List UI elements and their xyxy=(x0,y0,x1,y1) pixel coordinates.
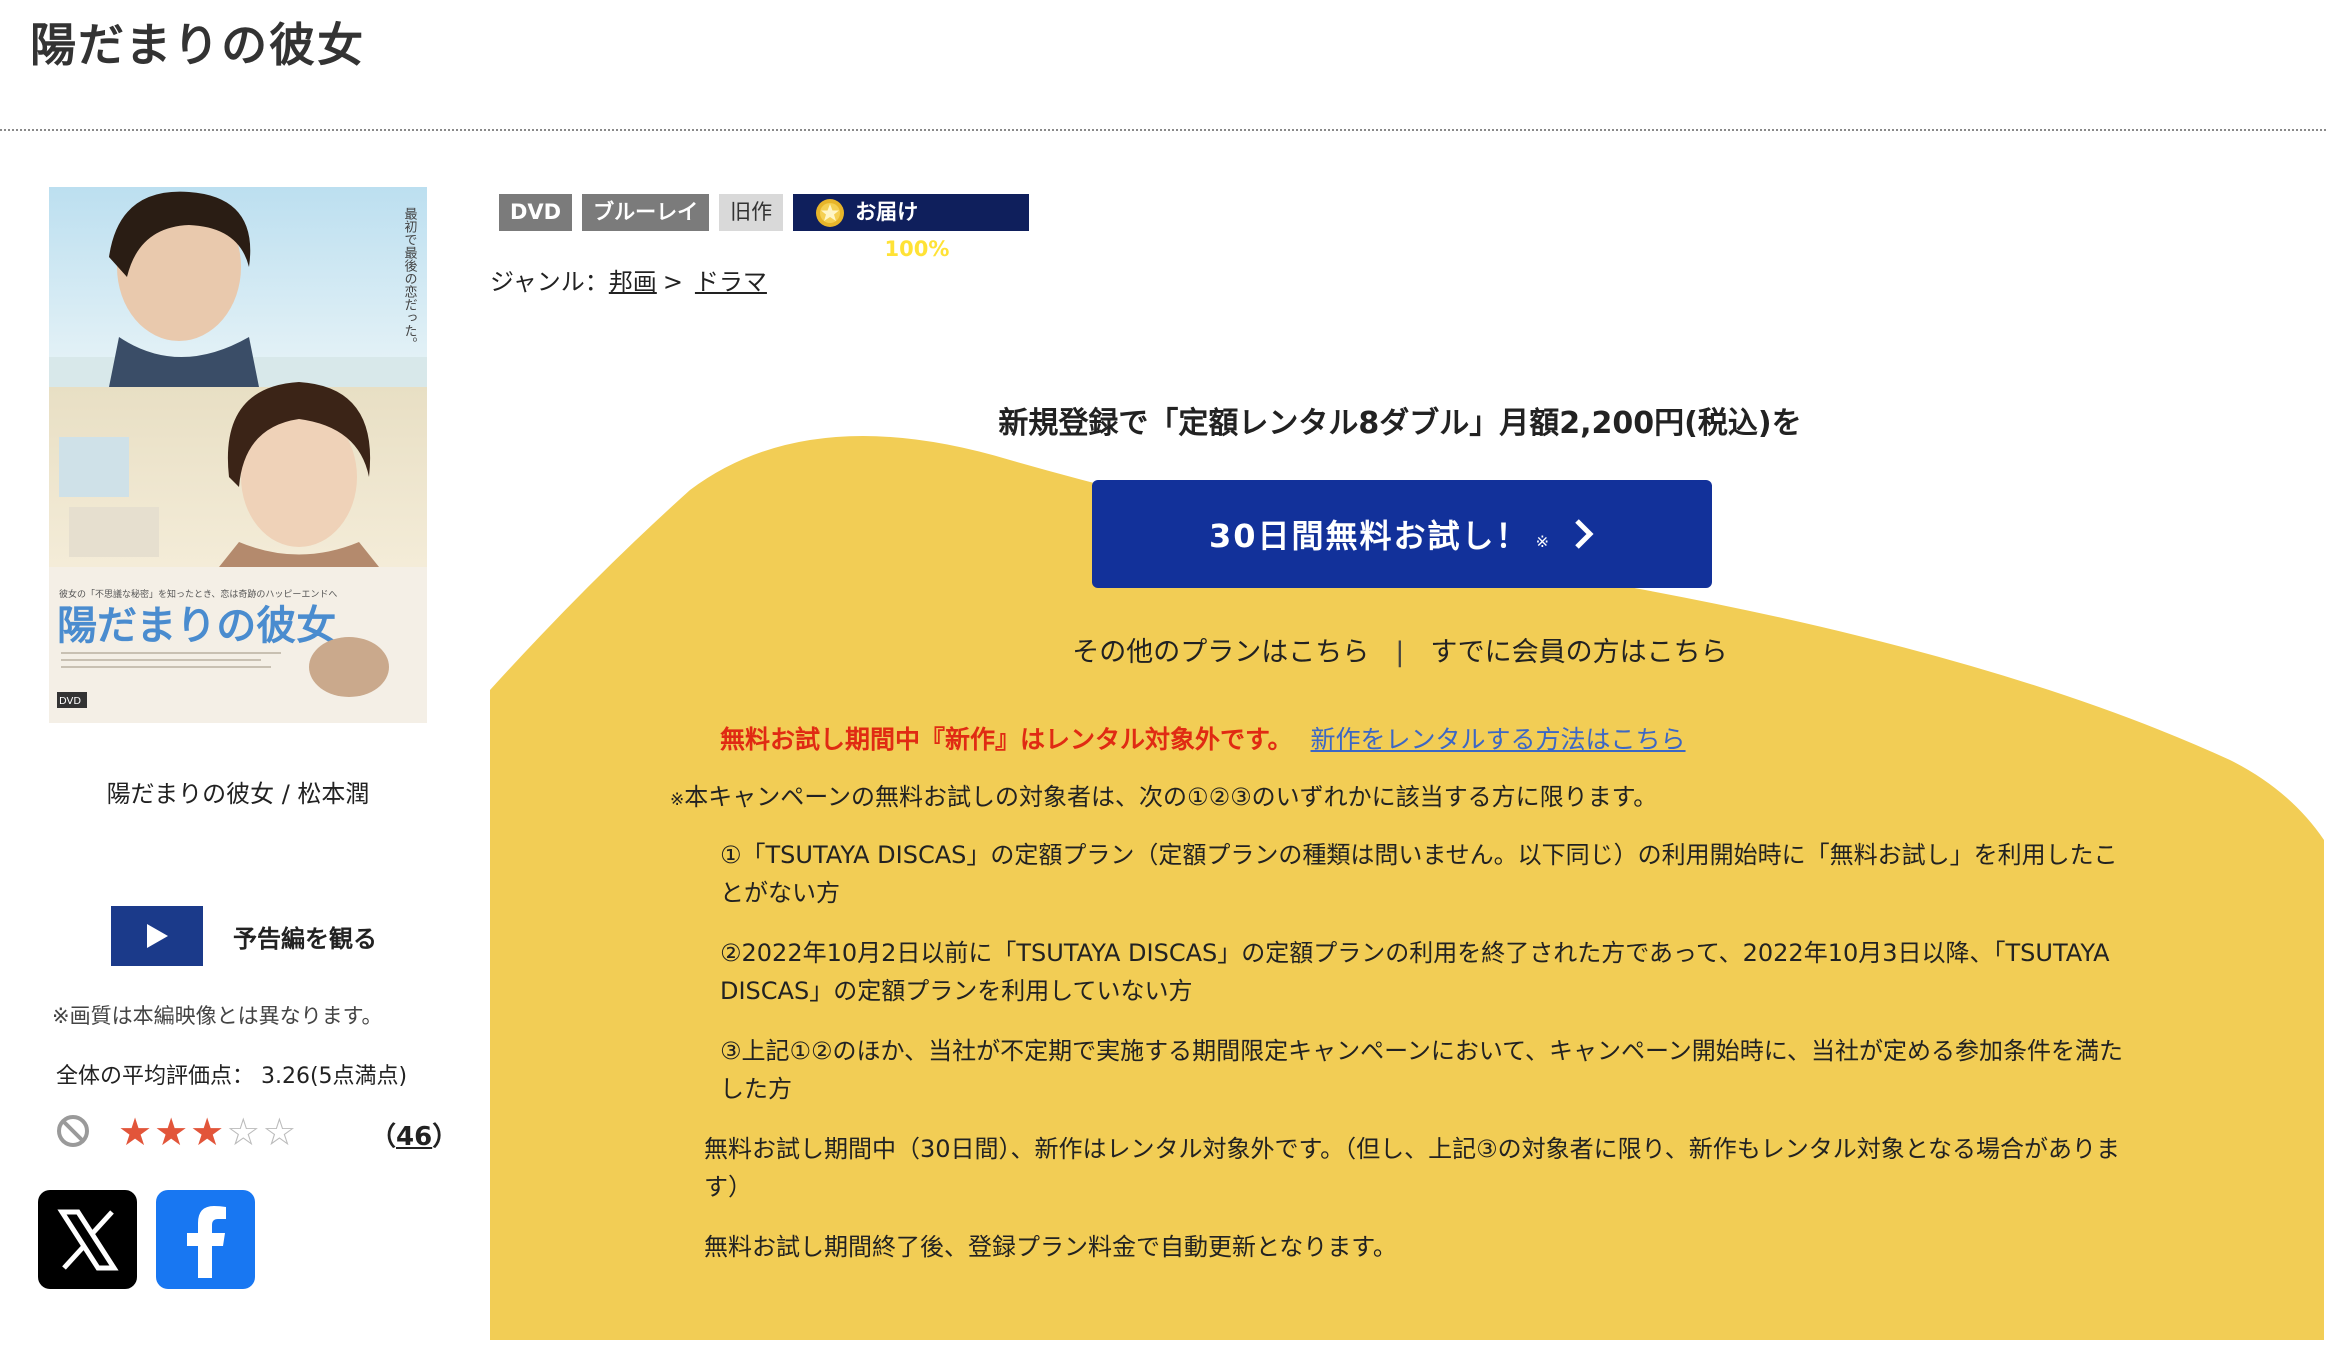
review-count: （46） xyxy=(370,1122,459,1152)
star-full-icon: ★ xyxy=(154,1110,189,1154)
svg-text:彼女の「不思議な秘密」を知ったとき、恋は奇跡のハッピーエンド: 彼女の「不思議な秘密」を知ったとき、恋は奇跡のハッピーエンドへ xyxy=(59,588,337,600)
gold-medal-icon xyxy=(815,198,845,240)
other-plans-link[interactable]: その他のプランはこちら xyxy=(1072,637,1369,668)
campaign-headline: 新規登録で「定額レンタル8ダブル」月額2,200円(税込)を xyxy=(998,406,1802,441)
terms-intro: ※本キャンペーンの無料お試しの対象者は、次の①②③のいずれかに該当する方に限りま… xyxy=(670,783,1658,811)
badge-bluray: ブルーレイ xyxy=(582,194,710,231)
terms-item-2: ②2022年10月2日以前に「TSUTAYA DISCAS」の定額プランの利用を… xyxy=(720,939,2110,1005)
page-title: 陽だまりの彼女 xyxy=(30,18,366,72)
star-empty-icon: ☆ xyxy=(262,1110,297,1154)
trial-note-2: 無料お試し期間終了後、登録プラン料金で自動更新となります。 xyxy=(704,1233,1397,1261)
badge-dvd: DVD xyxy=(499,194,573,231)
new-release-warning: 無料お試し期間中『新作』はレンタル対象外です。 新作をレンタルする方法はこちら xyxy=(720,725,1686,754)
chevron-right-icon xyxy=(1575,519,1594,549)
jacket-caption: 陽だまりの彼女 / 松本潤 xyxy=(106,780,370,808)
genre-link-drama[interactable]: ドラマ xyxy=(695,268,767,296)
x-logo-icon xyxy=(56,1209,119,1270)
plan-links: その他のプランはこちら | すでに会員の方はこちら xyxy=(1072,637,1728,668)
terms-item-3: ③上記①②のほか、当社が不定期で実施する期間限定キャンペーンにおいて、キャンペー… xyxy=(720,1037,2124,1103)
dvd-jacket-image[interactable]: 最初で最後の恋だった。 彼女の「不思議な秘密」を知ったとき、恋は奇跡のハッピーエ… xyxy=(49,187,427,723)
trailer-button[interactable]: 予告編を観る xyxy=(111,906,377,966)
average-rating: 全体の平均評価点： 3.26(5点満点) xyxy=(56,1064,408,1089)
genre-breadcrumb: ジャンル：邦画 > ドラマ xyxy=(490,268,767,296)
title-divider xyxy=(0,129,2326,131)
trial-note-1: 無料お試し期間中（30日間）、新作はレンタル対象外です。（但し、上記③の対象者に… xyxy=(704,1135,2120,1201)
x-share-button[interactable] xyxy=(38,1190,137,1289)
star-full-icon: ★ xyxy=(118,1110,153,1154)
play-icon[interactable] xyxy=(111,906,203,966)
jacket-tagline: 最初で最後の恋だった。 xyxy=(402,207,418,350)
terms-item-1: ①「TSUTAYA DISCAS」の定額プラン（定額プランの種類は問いません。以… xyxy=(720,841,2118,907)
free-trial-button[interactable]: 30日間無料お試し！ ※ xyxy=(1092,480,1712,588)
jacket-poster-title: 陽だまりの彼女 xyxy=(57,602,336,649)
review-count-link[interactable]: 46 xyxy=(396,1122,432,1152)
trailer-label[interactable]: 予告編を観る xyxy=(233,919,377,954)
genre-link-japanese-film[interactable]: 邦画 xyxy=(609,268,657,296)
badge-old-release: 旧作 xyxy=(719,194,784,231)
star-empty-icon: ☆ xyxy=(226,1110,261,1154)
facebook-share-button[interactable] xyxy=(156,1190,255,1289)
rating-row: ★ ★ ★ ☆ ☆ （46） xyxy=(56,1110,458,1160)
star-full-icon: ★ xyxy=(190,1110,225,1154)
facebook-logo-icon xyxy=(186,1205,226,1278)
new-release-rental-link[interactable]: 新作をレンタルする方法はこちら xyxy=(1311,725,1686,754)
member-login-link[interactable]: すでに会員の方はこちら xyxy=(1430,637,1727,668)
svg-text:DVD: DVD xyxy=(59,696,81,707)
star-rating[interactable]: ★ ★ ★ ☆ ☆ xyxy=(118,1110,298,1154)
badge-delivery-rate: お届け率:100% xyxy=(793,194,1030,261)
prohibited-icon[interactable] xyxy=(56,1114,90,1152)
image-quality-note: ※画質は本編映像とは異なります。 xyxy=(52,1004,383,1028)
format-badges: DVD ブルーレイ 旧作 お届け率:100% xyxy=(499,194,1039,261)
